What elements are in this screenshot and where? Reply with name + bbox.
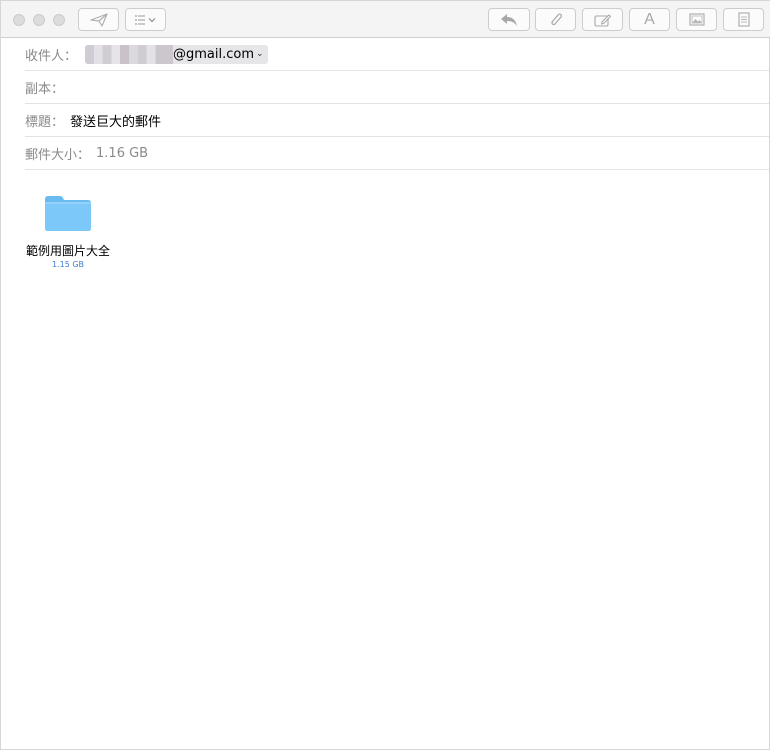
message-size-row: 郵件大小： 1.16 GB: [25, 137, 769, 170]
zoom-window-button[interactable]: [53, 14, 65, 26]
stationery-button[interactable]: [723, 8, 764, 31]
redacted-username: [85, 44, 174, 64]
format-menu-button[interactable]: [125, 8, 166, 31]
minimize-window-button[interactable]: [33, 14, 45, 26]
font-label: A: [644, 10, 655, 28]
send-button[interactable]: [78, 8, 119, 31]
reply-button[interactable]: [488, 8, 530, 31]
paper-plane-icon: [89, 12, 108, 27]
attachment-size: 1.15 GB: [51, 260, 85, 269]
subject-value[interactable]: 發送巨大的郵件: [70, 111, 161, 130]
size-value: 1.16 GB: [96, 145, 149, 161]
list-format-icon: [134, 14, 155, 25]
fonts-button[interactable]: A: [629, 8, 670, 31]
subject-field-row[interactable]: 標題： 發送巨大的郵件: [25, 104, 769, 137]
recipient-token[interactable]: @gmail.com ⌄: [85, 44, 268, 64]
to-field-row[interactable]: 收件人： @gmail.com ⌄: [25, 38, 769, 71]
to-label: 收件人：: [25, 48, 78, 64]
size-label: 郵件大小：: [25, 147, 91, 163]
cc-label: 副本：: [25, 81, 65, 97]
attachment-name[interactable]: 範例用圖片大全: [1, 242, 135, 259]
compose-window: A 收件人： @gmail.com ⌄ 副本： 標題： 發送巨大的郵件 郵件大小…: [0, 0, 770, 750]
folder-icon[interactable]: [44, 194, 92, 232]
photo-browser-icon: [688, 13, 705, 26]
markup-pen-icon: [593, 13, 611, 27]
paperclip-icon: [550, 12, 562, 25]
stationery-icon: [737, 12, 750, 27]
markup-button[interactable]: [582, 8, 623, 31]
toolbar: A: [1, 1, 770, 38]
close-window-button[interactable]: [13, 14, 25, 26]
cc-field-row[interactable]: 副本：: [25, 71, 769, 104]
attach-button[interactable]: [535, 8, 576, 31]
recipient-address: @gmail.com: [173, 46, 255, 62]
chevron-down-icon: ⌄: [256, 49, 264, 59]
reply-arrow-icon: [501, 13, 517, 26]
photo-browser-button[interactable]: [676, 8, 717, 31]
subject-label: 標題：: [25, 114, 65, 130]
